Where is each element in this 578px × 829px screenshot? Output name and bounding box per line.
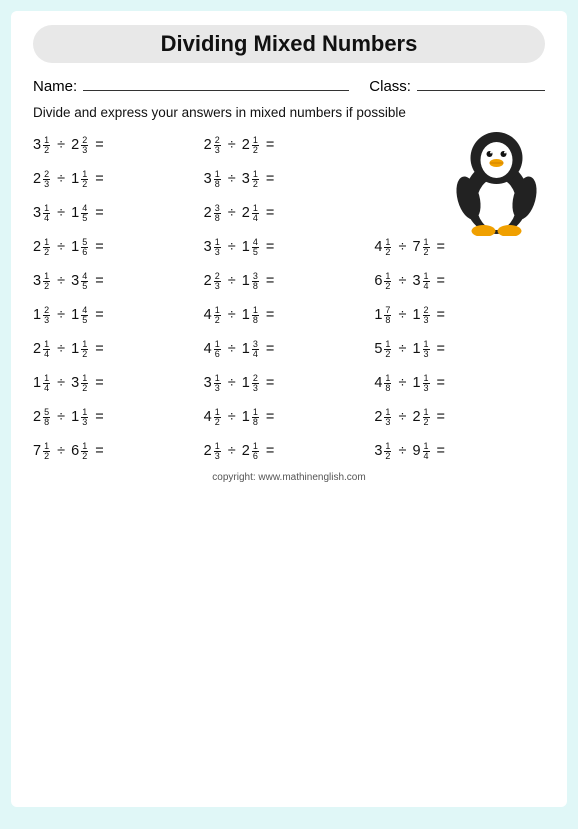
name-field: Name: xyxy=(33,75,349,95)
title-box: Dividing Mixed Numbers xyxy=(33,25,545,63)
problem-cell: 223 ÷ 138 = xyxy=(204,269,375,294)
problem-row: 712 ÷ 612 = 213 ÷ 216 = 312 ÷ 914 = xyxy=(33,434,545,468)
problem-cell: 416 ÷ 134 = xyxy=(204,337,375,362)
problem-cell: 223 ÷ 112 = xyxy=(33,167,204,192)
problem-cell: 412 ÷ 118 = xyxy=(204,405,375,430)
problem-row: 258 ÷ 113 = 412 ÷ 118 = 213 ÷ 212 = xyxy=(33,400,545,434)
problem-row: 312 ÷ 345 = 223 ÷ 138 = 612 ÷ 314 = xyxy=(33,264,545,298)
problem-cell: 418 ÷ 113 = xyxy=(374,371,545,396)
name-underline xyxy=(83,75,349,91)
name-label: Name: xyxy=(33,78,77,95)
problem-cell: 212 ÷ 156 = xyxy=(33,235,204,260)
class-field: Class: xyxy=(369,75,545,95)
problem-cell: 223 ÷ 212 = xyxy=(204,133,375,158)
problem-cell: 312 ÷ 914 = xyxy=(374,439,545,464)
problem-row: 214 ÷ 112 = 416 ÷ 134 = 512 ÷ 113 = xyxy=(33,332,545,366)
penguin-illustration xyxy=(444,126,549,236)
problem-cell: 213 ÷ 216 = xyxy=(204,439,375,464)
problem-cell: 214 ÷ 112 = xyxy=(33,337,204,362)
problem-cell: 312 ÷ 223 = xyxy=(33,133,204,158)
problem-row: 123 ÷ 145 = 412 ÷ 118 = 178 ÷ 123 = xyxy=(33,298,545,332)
problem-cell: 238 ÷ 214 = xyxy=(204,201,375,226)
problem-cell: 314 ÷ 145 = xyxy=(33,201,204,226)
problem-cell: 512 ÷ 113 = xyxy=(374,337,545,362)
page-title: Dividing Mixed Numbers xyxy=(53,31,525,57)
problem-cell: 213 ÷ 212 = xyxy=(374,405,545,430)
copyright-text: copyright: www.mathinenglish.com xyxy=(33,472,545,483)
problem-cell: 313 ÷ 145 = xyxy=(204,235,375,260)
problem-cell: 712 ÷ 612 = xyxy=(33,439,204,464)
instruction-text: Divide and express your answers in mixed… xyxy=(33,105,545,120)
problem-cell: 412 ÷ 712 = xyxy=(374,235,545,260)
problem-cell: 258 ÷ 113 = xyxy=(33,405,204,430)
problem-cell: 412 ÷ 118 = xyxy=(204,303,375,328)
problem-cell: 313 ÷ 123 = xyxy=(204,371,375,396)
problem-cell: 312 ÷ 345 = xyxy=(33,269,204,294)
problem-row: 114 ÷ 312 = 313 ÷ 123 = 418 ÷ 113 = xyxy=(33,366,545,400)
problem-cell: 114 ÷ 312 = xyxy=(33,371,204,396)
problem-cell: 178 ÷ 123 = xyxy=(374,303,545,328)
worksheet-page: Dividing Mixed Numbers Name: Class: Divi… xyxy=(11,11,567,807)
problem-cell: 123 ÷ 145 = xyxy=(33,303,204,328)
class-label: Class: xyxy=(369,78,411,95)
problem-cell: 318 ÷ 312 = xyxy=(204,167,375,192)
problem-cell: 612 ÷ 314 = xyxy=(374,269,545,294)
name-class-row: Name: Class: xyxy=(33,75,545,95)
class-underline xyxy=(417,75,545,91)
